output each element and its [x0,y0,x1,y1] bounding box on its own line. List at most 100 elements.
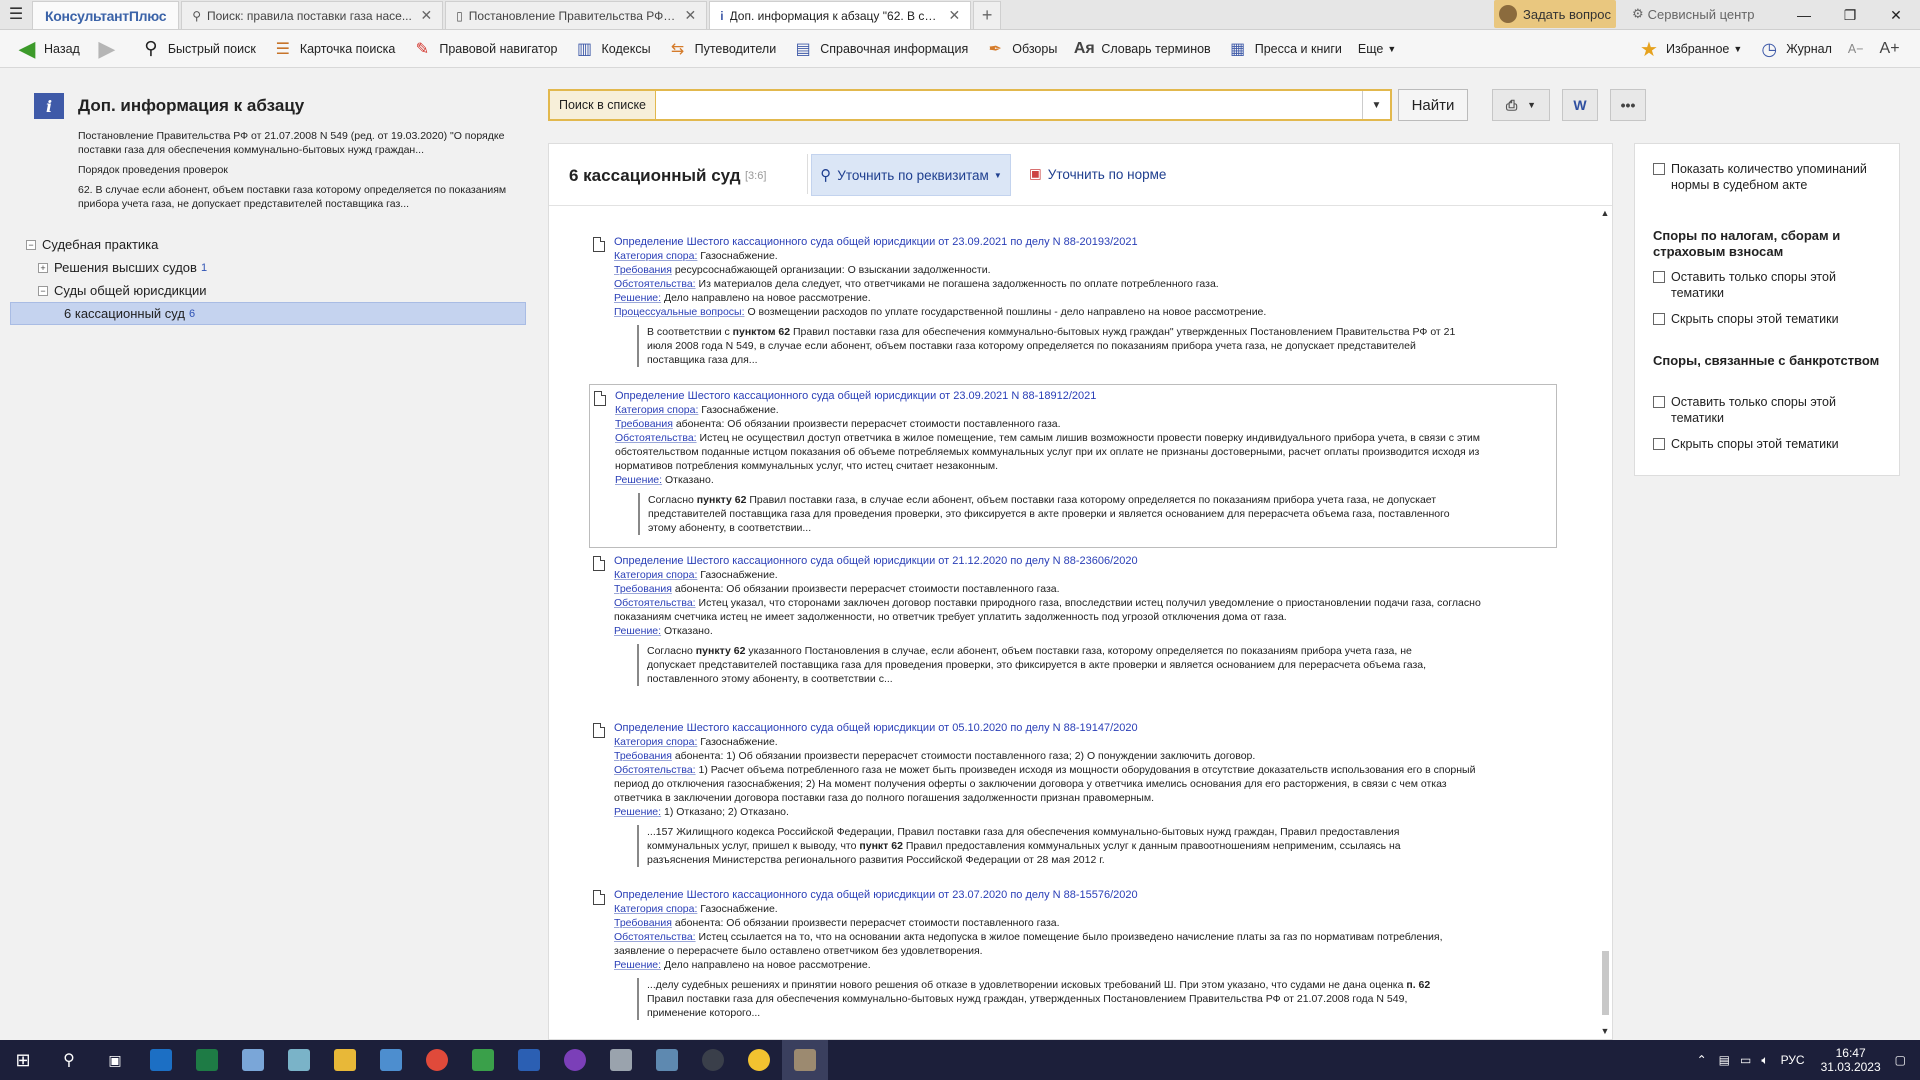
refine-by-norm-button[interactable]: ▣ Уточнить по норме [1029,166,1166,182]
minimize-icon[interactable]: — [1780,0,1828,30]
1c-icon[interactable] [736,1040,782,1080]
notepad-icon[interactable] [230,1040,276,1080]
clock[interactable]: 16:47 31.03.2023 [1821,1046,1881,1074]
bankruptcy-only-checkbox[interactable]: Оставить только споры этой тематики [1653,394,1885,426]
forward-button[interactable]: ▶ [88,34,132,64]
app-icon[interactable] [460,1040,506,1080]
export-word-button[interactable]: W [1562,89,1598,121]
reference-info-button[interactable]: ▤ Справочная информация [784,34,976,64]
ask-question-button[interactable]: Задать вопрос [1494,0,1616,28]
bankruptcy-hide-checkbox[interactable]: Скрыть споры этой тематики [1653,436,1885,452]
checkbox-icon[interactable] [1653,271,1665,283]
result-title-link[interactable]: Определение Шестого кассационного суда о… [615,389,1485,403]
tree-node-general-courts[interactable]: − Суды общей юрисдикции [10,279,526,302]
result-excerpt[interactable]: ...делу судебных решениях и принятии нов… [637,978,1457,1020]
checkbox-icon[interactable] [1653,163,1665,175]
windows-start-icon[interactable]: ⊞ [0,1040,46,1080]
app-icon[interactable] [368,1040,414,1080]
chrome-icon[interactable] [414,1040,460,1080]
result-excerpt[interactable]: Согласно пункту 62 указанного Постановле… [637,644,1457,686]
filter-panel: Показать количество упоминаний нормы в с… [1634,143,1900,476]
service-center-link[interactable]: ⚙ Сервисный центр [1632,0,1754,28]
scroll-thumb[interactable] [1602,951,1609,1015]
paragraph-link[interactable]: 62. В случае если абонент, объем поставк… [78,183,518,211]
source-document-link[interactable]: Постановление Правительства РФ от 21.07.… [78,129,518,157]
print-button[interactable]: ⎙ ▼ [1492,89,1550,121]
close-icon[interactable]: ✕ [420,7,432,24]
font-increase-button[interactable]: A+ [1872,34,1908,64]
scroll-up-icon[interactable]: ▲ [1599,207,1611,219]
close-icon[interactable]: ✕ [948,7,960,24]
outlook-icon[interactable] [138,1040,184,1080]
collapse-icon[interactable]: − [38,285,48,296]
excel-icon[interactable] [184,1040,230,1080]
show-count-checkbox[interactable]: Показать количество упоминаний нормы в с… [1653,161,1885,193]
file-explorer-icon[interactable] [322,1040,368,1080]
search-card-button[interactable]: ☰ Карточка поиска [264,34,404,64]
tab-document[interactable]: ▯ Постановление Правительства РФ о... ✕ [445,1,708,29]
tax-only-checkbox[interactable]: Оставить только споры этой тематики [1653,269,1885,301]
decision-value: Дело направлено на новое рассмотрение. [664,292,871,304]
hamburger-menu-icon[interactable]: ☰ [0,0,32,29]
tab-search[interactable]: ⚲ Поиск: правила поставки газа насе... ✕ [181,1,444,29]
collapse-icon[interactable]: − [26,239,36,250]
task-view-icon[interactable]: ▣ [92,1040,138,1080]
language-indicator[interactable]: РУС [1781,1053,1805,1067]
journal-button[interactable]: ◷ Журнал [1750,34,1840,64]
excerpt-text: Правил поставки газа для обеспечения ком… [647,993,1408,1019]
result-excerpt[interactable]: Согласно пункту 62 Правил поставки газа,… [638,493,1458,535]
expand-icon[interactable]: + [38,262,48,273]
checkbox-icon[interactable] [1653,396,1665,408]
more-menu[interactable]: Еще ▼ [1350,34,1404,64]
checkbox-icon[interactable] [1653,313,1665,325]
notifications-icon[interactable]: ▢ [1895,1053,1906,1067]
tab-additional-info[interactable]: i Доп. информация к абзацу "62. В слу...… [709,1,972,29]
result-title-link[interactable]: Определение Шестого кассационного суда о… [614,235,1484,249]
scroll-down-icon[interactable]: ▼ [1599,1025,1611,1037]
result-excerpt[interactable]: В соответствии с пунктом 62 Правил поста… [637,325,1457,367]
close-window-icon[interactable]: ✕ [1872,0,1920,30]
list-search-input[interactable] [656,91,1362,119]
checkbox-icon[interactable] [1653,438,1665,450]
legal-navigator-button[interactable]: ✎ Правовой навигатор [403,34,565,64]
result-title-link[interactable]: Определение Шестого кассационного суда о… [614,554,1484,568]
refine-by-details-button[interactable]: ⚲ Уточнить по реквизитам ▼ [811,154,1011,196]
consultant-taskbar-icon[interactable] [782,1040,828,1080]
app-icon[interactable] [598,1040,644,1080]
network-icon[interactable]: ▤ [1719,1053,1730,1067]
close-icon[interactable]: ✕ [684,7,696,24]
guides-button[interactable]: ⇆ Путеводители [659,34,785,64]
results-scrollbar[interactable]: ▲ ▼ [1599,207,1611,1039]
dictionary-button[interactable]: Aя Словарь терминов [1065,34,1218,64]
result-excerpt[interactable]: ...157 Жилищного кодекса Российской Феде… [637,825,1457,867]
tree-node-high-courts[interactable]: + Решения высших судов 1 [10,256,526,279]
font-decrease-button[interactable]: A− [1840,34,1872,64]
tax-hide-checkbox[interactable]: Скрыть споры этой тематики [1653,311,1885,327]
favorites-button[interactable]: ★ Избранное ▼ [1630,34,1750,64]
new-tab-plus-icon[interactable]: + [973,1,1002,29]
app-icon[interactable] [276,1040,322,1080]
tree-node-6-cassation[interactable]: 6 кассационный суд 6 [10,302,526,325]
reviews-button[interactable]: ✒ Обзоры [976,34,1065,64]
quick-search-button[interactable]: ⚲ Быстрый поиск [132,34,264,64]
more-actions-button[interactable]: ••• [1610,89,1646,121]
result-title-link[interactable]: Определение Шестого кассационного суда о… [614,888,1484,902]
display-icon[interactable]: ▭ [1740,1053,1751,1067]
app-icon[interactable] [644,1040,690,1080]
search-history-dropdown-icon[interactable]: ▼ [1362,91,1390,119]
press-button[interactable]: ▦ Пресса и книги [1219,34,1350,64]
tree-node-court-practice[interactable]: − Судебная практика [10,233,526,256]
word-icon[interactable] [506,1040,552,1080]
chevron-up-icon[interactable]: ⌃ [1697,1053,1707,1067]
volume-icon[interactable]: 🔈︎ [1761,1053,1768,1068]
codes-button[interactable]: ▥ Кодексы [566,34,659,64]
result-title-link[interactable]: Определение Шестого кассационного суда о… [614,721,1484,735]
back-button[interactable]: ◀ Назад [8,34,88,64]
section-link[interactable]: Порядок проведения проверок [78,163,518,177]
app-icon[interactable] [690,1040,736,1080]
search-icon[interactable]: ⚲ [46,1040,92,1080]
app-icon[interactable] [552,1040,598,1080]
find-button[interactable]: Найти [1398,89,1468,121]
app-logo[interactable]: КонсультантПлюс [32,1,180,29]
maximize-icon[interactable]: ❐ [1826,0,1874,30]
